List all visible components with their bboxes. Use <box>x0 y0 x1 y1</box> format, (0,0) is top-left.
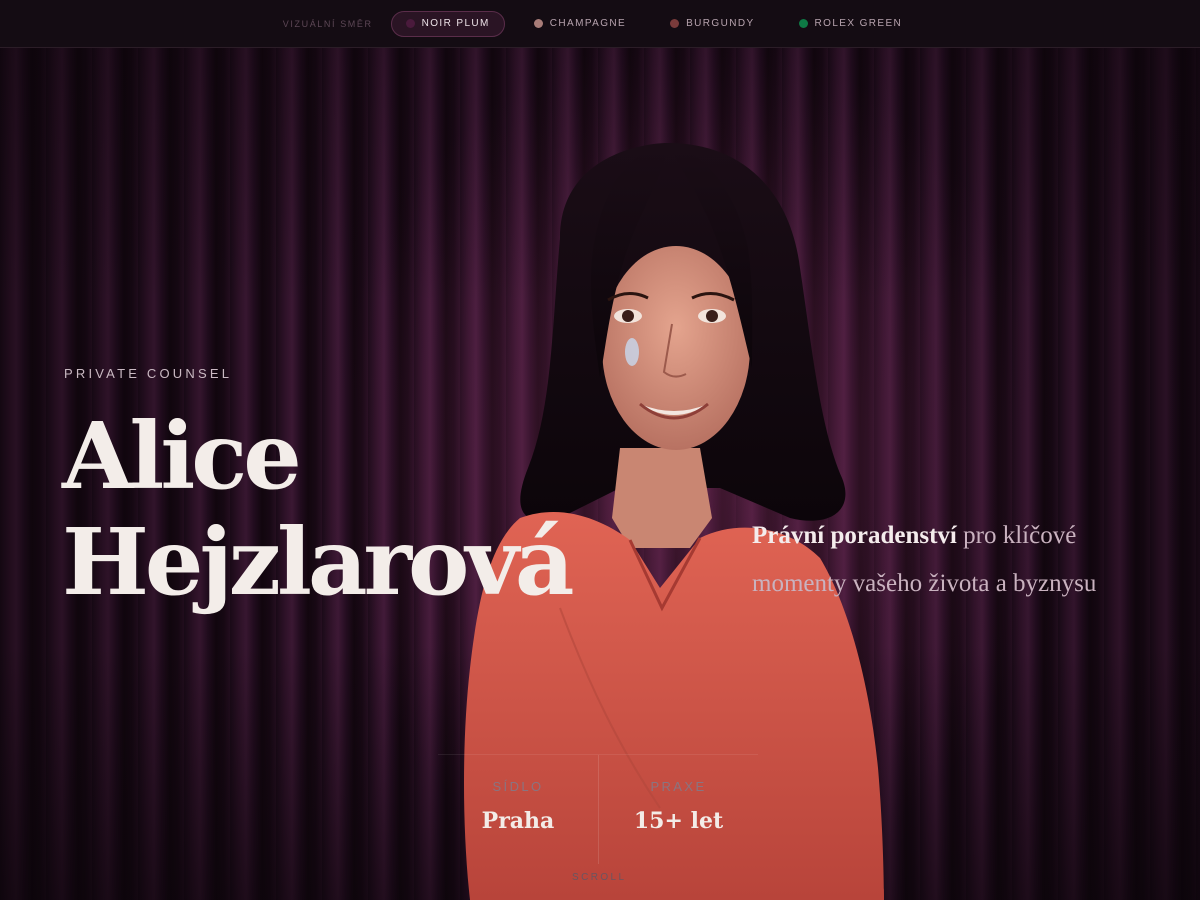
fact-value: 15+ let <box>633 808 724 834</box>
hero-name: Alice Hejzlarová <box>62 402 574 616</box>
name-first: Alice <box>62 402 302 510</box>
hero-section: Private Counsel Alice Hejzlarová Právní … <box>0 48 1200 900</box>
fact-value: Praha <box>481 808 555 834</box>
switcher-label: Vizuální směr <box>282 18 373 29</box>
option-label: Noir Plum <box>421 18 490 29</box>
scroll-indicator[interactable]: Scroll <box>572 872 626 883</box>
fact-label: Praxe <box>650 779 707 794</box>
option-rolex-green[interactable]: Rolex Green <box>784 11 918 37</box>
burgundy-swatch-icon <box>670 19 680 28</box>
hero-tagline: Právní poradenství pro klíčové momenty v… <box>752 512 1132 608</box>
tagline-strong: Právní poradenství <box>752 522 957 549</box>
option-champagne[interactable]: Champagne <box>519 11 641 37</box>
fact-location: Sídlo Praha <box>438 755 598 864</box>
fact-label: Sídlo <box>492 779 544 794</box>
noir-plum-swatch-icon <box>405 19 415 28</box>
fact-experience: Praxe 15+ let <box>598 755 758 864</box>
option-noir-plum[interactable]: Noir Plum <box>390 10 505 37</box>
visual-direction-switcher: Vizuální směr Noir Plum Champagne Burgun… <box>0 0 1200 48</box>
option-label: Rolex Green <box>814 18 903 29</box>
option-label: Champagne <box>549 18 627 29</box>
champagne-swatch-icon <box>533 19 543 28</box>
option-label: Burgundy <box>686 18 755 29</box>
name-last: Hejzlarová <box>62 508 574 616</box>
hero-kicker: Private Counsel <box>64 366 233 381</box>
rolex-green-swatch-icon <box>798 19 808 28</box>
hero-facts: Sídlo Praha Praxe 15+ let <box>438 754 758 864</box>
option-burgundy[interactable]: Burgundy <box>655 11 769 37</box>
